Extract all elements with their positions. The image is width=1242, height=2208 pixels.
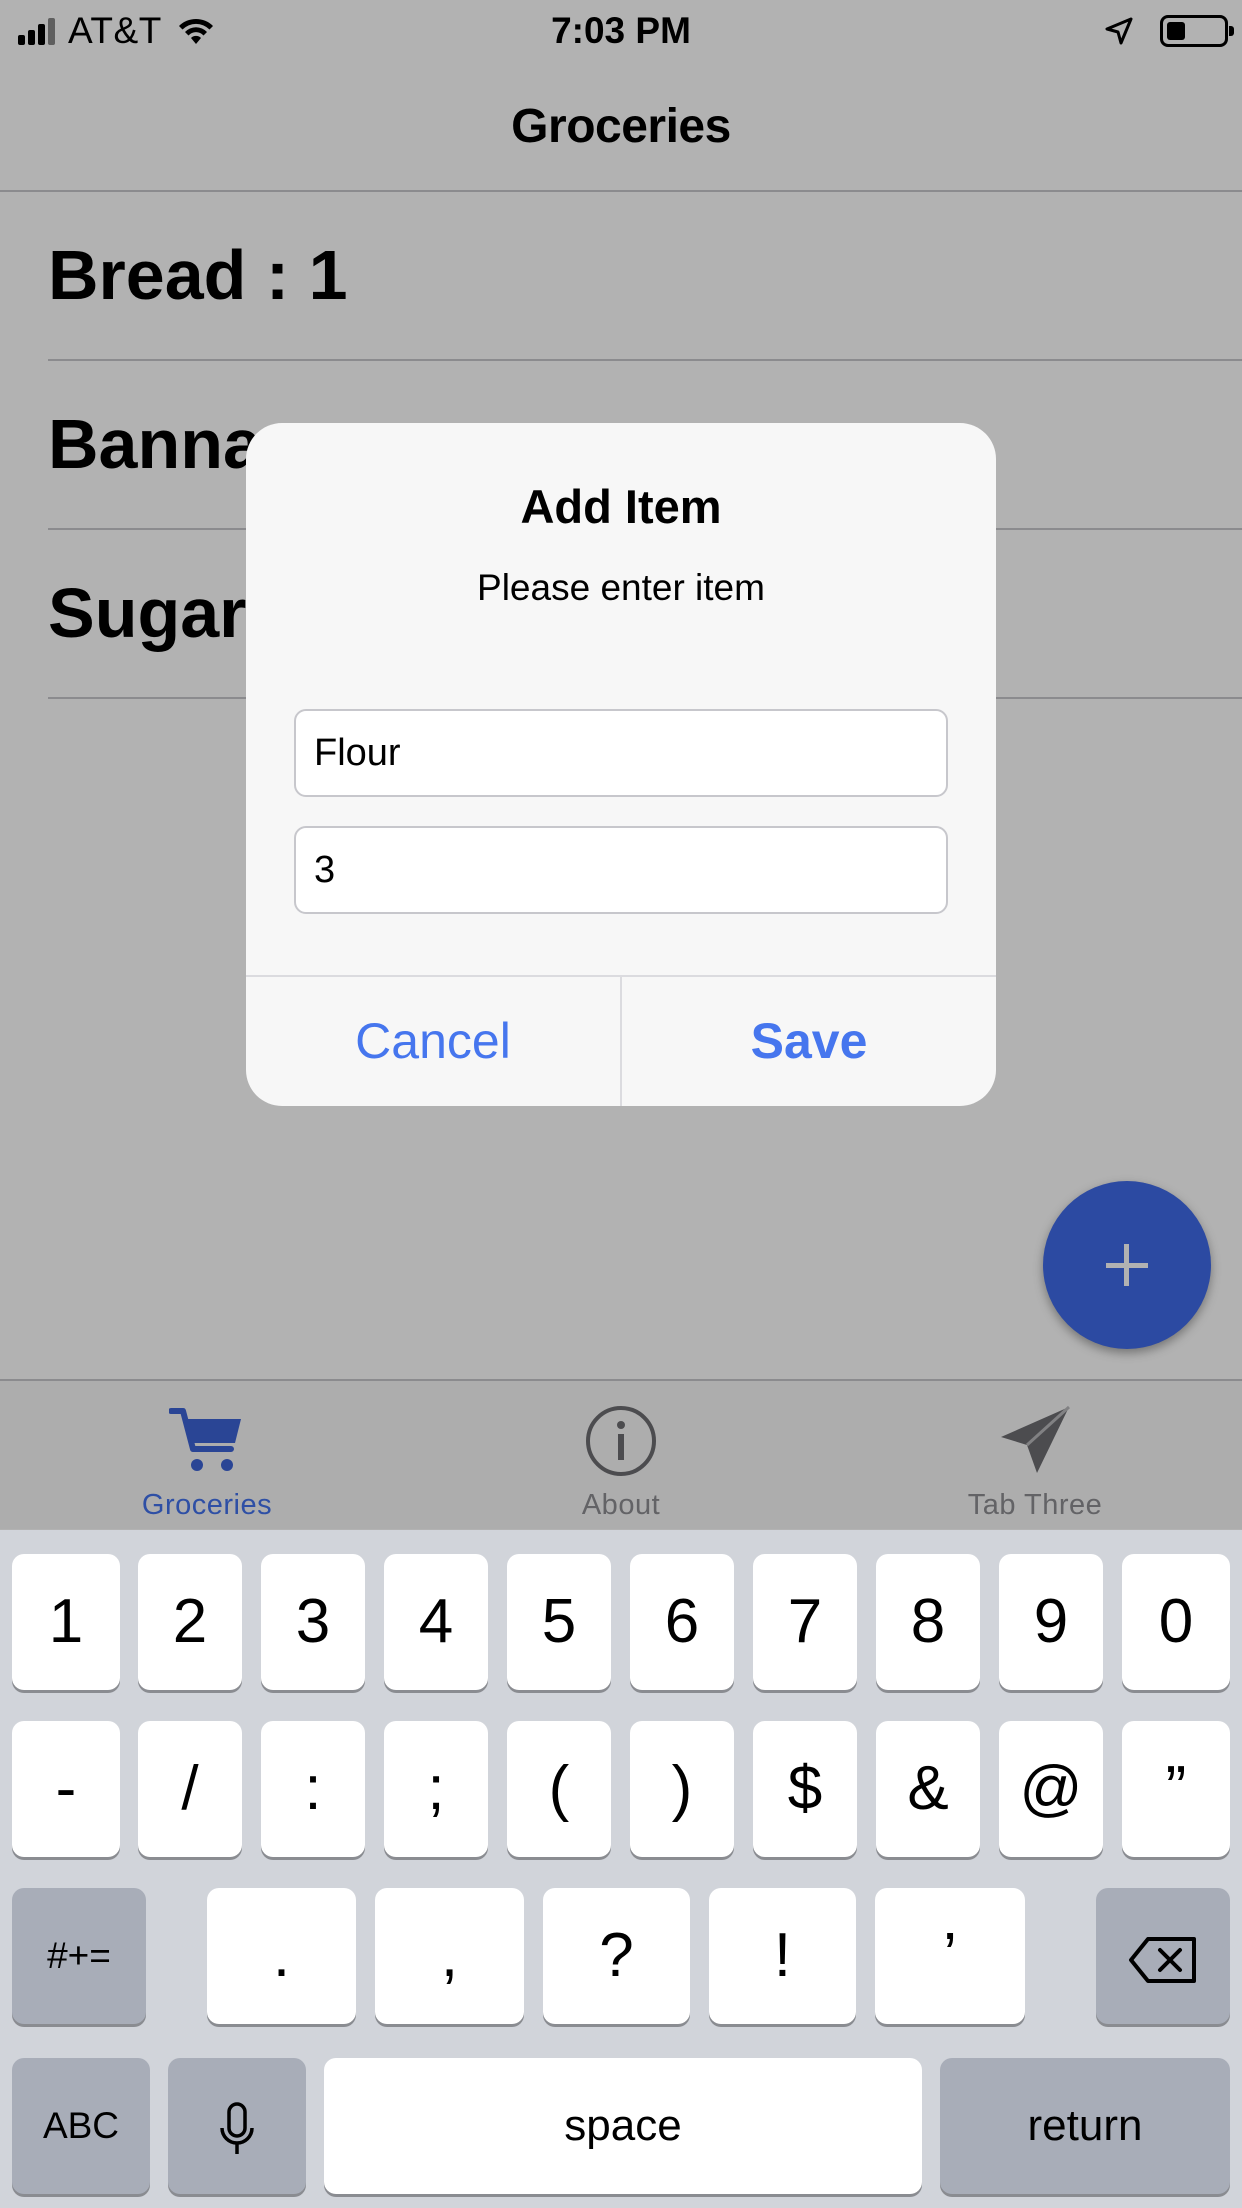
key-question[interactable]: ? <box>543 1888 690 2024</box>
key-dollar[interactable]: $ <box>753 1721 857 1857</box>
space-key[interactable]: space <box>324 2058 922 2194</box>
key-exclamation[interactable]: ! <box>709 1888 856 2024</box>
key-ampersand[interactable]: & <box>876 1721 980 1857</box>
backspace-icon <box>1129 1936 1196 1983</box>
numeric-keyboard: 1 2 3 4 5 6 7 8 9 0 - / : ; ( ) $ & @ ” … <box>0 1530 1242 2208</box>
key-6[interactable]: 6 <box>630 1554 734 1690</box>
key-1[interactable]: 1 <box>12 1554 120 1690</box>
key-7[interactable]: 7 <box>753 1554 857 1690</box>
item-name-field[interactable]: Flour <box>294 709 948 797</box>
dialog-message: Please enter item <box>477 567 765 608</box>
delete-key[interactable] <box>1096 1888 1230 2024</box>
key-period[interactable]: . <box>207 1888 356 2024</box>
key-quote[interactable]: ” <box>1122 1721 1230 1857</box>
key-9[interactable]: 9 <box>999 1554 1103 1690</box>
key-open-paren[interactable]: ( <box>507 1721 611 1857</box>
abc-key[interactable]: ABC <box>12 2058 150 2194</box>
key-3[interactable]: 3 <box>261 1554 365 1690</box>
key-4[interactable]: 4 <box>384 1554 488 1690</box>
key-8[interactable]: 8 <box>876 1554 980 1690</box>
key-close-paren[interactable]: ) <box>630 1721 734 1857</box>
key-apostrophe[interactable]: ’ <box>875 1888 1025 2024</box>
key-hyphen[interactable]: - <box>12 1721 120 1857</box>
microphone-icon <box>220 2101 254 2154</box>
key-colon[interactable]: : <box>261 1721 365 1857</box>
key-comma[interactable]: , <box>375 1888 524 2024</box>
dialog-title: Add Item <box>520 480 722 533</box>
key-2[interactable]: 2 <box>138 1554 242 1690</box>
symbols-toggle-key[interactable]: #+= <box>12 1888 146 2024</box>
dialog-buttons: Cancel Save <box>246 975 996 1106</box>
item-quantity-field[interactable]: 3 <box>294 826 948 914</box>
key-5[interactable]: 5 <box>507 1554 611 1690</box>
add-item-dialog: Add Item Please enter item Flour 3 Cance… <box>246 423 996 1106</box>
key-semicolon[interactable]: ; <box>384 1721 488 1857</box>
key-0[interactable]: 0 <box>1122 1554 1230 1690</box>
cancel-button[interactable]: Cancel <box>246 977 622 1106</box>
dictation-key[interactable] <box>168 2058 306 2194</box>
key-at[interactable]: @ <box>999 1721 1103 1857</box>
return-key[interactable]: return <box>940 2058 1230 2194</box>
key-slash[interactable]: / <box>138 1721 242 1857</box>
save-button[interactable]: Save <box>622 977 996 1106</box>
